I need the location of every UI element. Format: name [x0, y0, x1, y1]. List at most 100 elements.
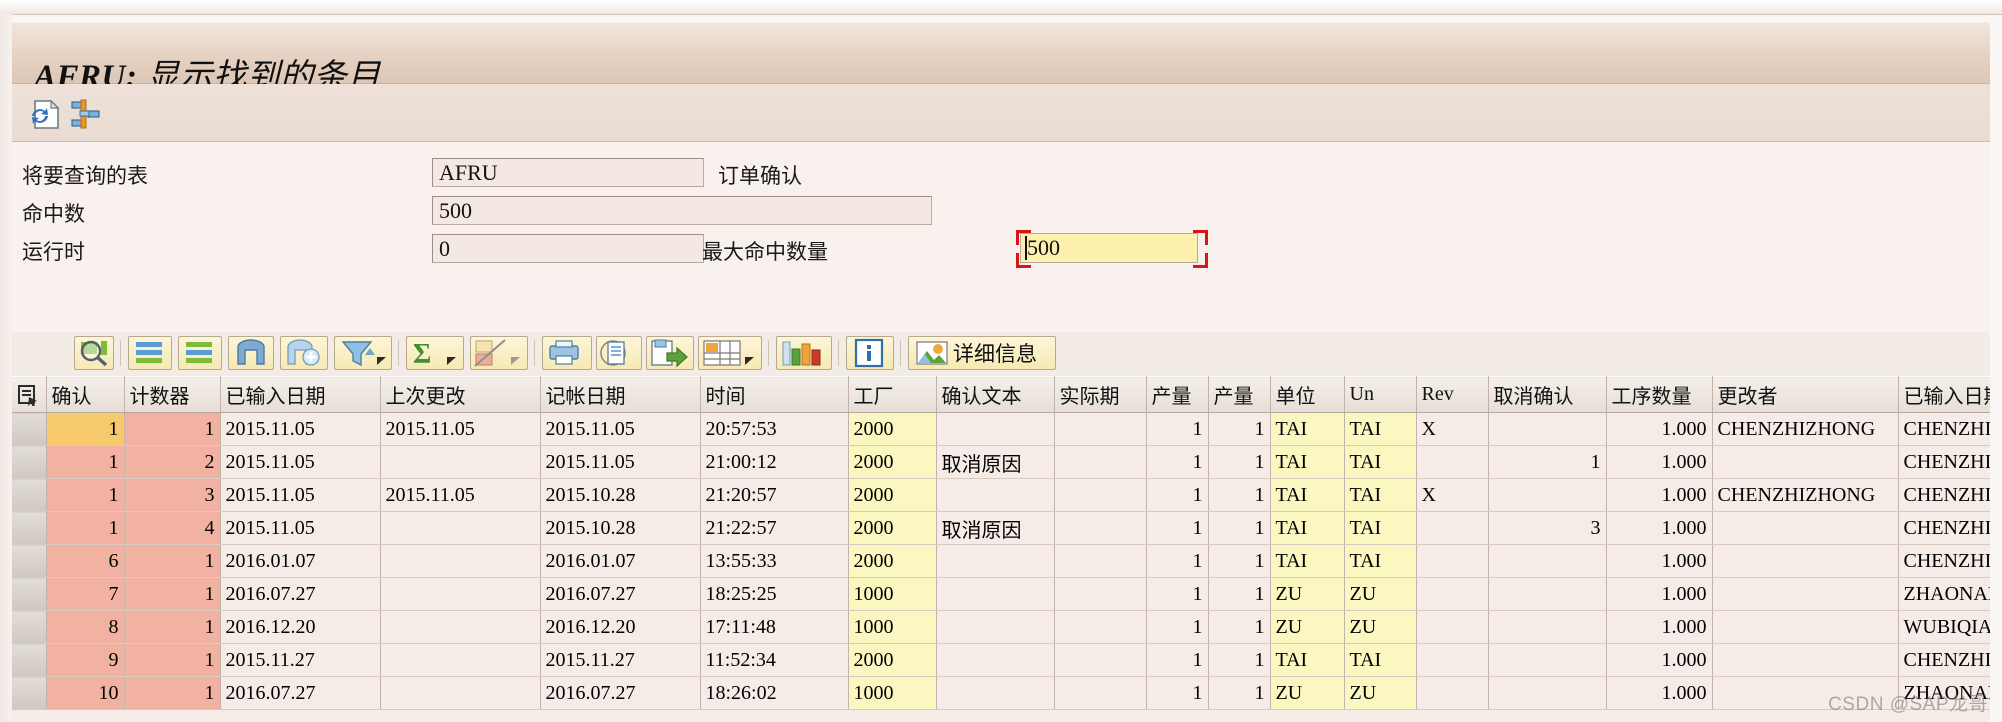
cell-lastchg[interactable] [380, 610, 541, 644]
cell-conftext[interactable]: 取消原因 [936, 445, 1055, 479]
cell-time[interactable]: 20:57:53 [700, 412, 849, 446]
subtotal-button[interactable] [470, 336, 528, 370]
cell-yieldqty[interactable]: 1 [1146, 643, 1209, 677]
cell-opqty[interactable]: 1.000 [1606, 676, 1713, 710]
find-button[interactable] [228, 336, 274, 370]
cell-enteredby[interactable]: WUBIQIAN [1898, 610, 1990, 644]
cell-cancelconf[interactable] [1488, 676, 1607, 710]
cell-opqty[interactable]: 1.000 [1606, 643, 1713, 677]
table-row[interactable]: 8 1 2016.12.20 2016.12.20 17:11:48 1000 1 1 ZU ZU… [12, 610, 1990, 644]
table-row[interactable]: 1 4 2015.11.05 2015.10.28 21:22:57 2000 取消原因 1 1… [12, 511, 1990, 545]
cell-entered[interactable]: 2015.11.27 [220, 643, 381, 677]
cell-lastchg[interactable] [380, 445, 541, 479]
detail-magnifier-button[interactable] [74, 336, 114, 370]
column-header-time[interactable]: 时间 [700, 376, 849, 413]
cell-plant[interactable]: 1000 [848, 676, 937, 710]
cell-confirm[interactable]: 7 [46, 577, 125, 611]
column-header-unit[interactable]: 单位 [1270, 376, 1345, 413]
cell-yieldqty[interactable]: 1 [1146, 610, 1209, 644]
cell-plant[interactable]: 2000 [848, 445, 937, 479]
cell-actualper[interactable] [1054, 478, 1147, 512]
cell-yieldqty2[interactable]: 1 [1208, 610, 1271, 644]
cell-counter[interactable]: 1 [124, 412, 221, 446]
cell-changer[interactable] [1712, 676, 1899, 710]
filter-button[interactable] [334, 336, 392, 370]
cell-yieldqty[interactable]: 1 [1146, 412, 1209, 446]
cell-entered[interactable]: 2016.12.20 [220, 610, 381, 644]
cell-lastchg[interactable] [380, 544, 541, 578]
cell-counter[interactable]: 1 [124, 610, 221, 644]
cell-counter[interactable]: 3 [124, 478, 221, 512]
cell-un[interactable]: TAI [1344, 445, 1417, 479]
cell-opqty[interactable]: 1.000 [1606, 511, 1713, 545]
column-header-yieldqty[interactable]: 产量 [1146, 376, 1209, 413]
row-selector[interactable] [12, 643, 47, 677]
cell-cancelconf[interactable]: 3 [1488, 511, 1607, 545]
cell-time[interactable]: 13:55:33 [700, 544, 849, 578]
row-selector[interactable] [12, 610, 47, 644]
cell-posting[interactable]: 2016.01.07 [540, 544, 701, 578]
cell-posting[interactable]: 2015.10.28 [540, 478, 701, 512]
spreadsheet-button[interactable] [698, 336, 762, 370]
cell-actualper[interactable] [1054, 676, 1147, 710]
cell-confirm[interactable]: 9 [46, 643, 125, 677]
column-header-posting[interactable]: 记帐日期 [540, 376, 701, 413]
cell-actualper[interactable] [1054, 445, 1147, 479]
table-row[interactable]: 10 1 2016.07.27 2016.07.27 18:26:02 1000 1 1 ZU Z… [12, 676, 1990, 710]
cell-un[interactable]: TAI [1344, 412, 1417, 446]
cell-posting[interactable]: 2016.12.20 [540, 610, 701, 644]
hit-count-input[interactable] [432, 196, 932, 225]
cell-time[interactable]: 17:11:48 [700, 610, 849, 644]
column-header-actualper[interactable]: 实际期 [1054, 376, 1147, 413]
cell-plant[interactable]: 2000 [848, 643, 937, 677]
cell-counter[interactable]: 2 [124, 445, 221, 479]
cell-entered[interactable]: 2016.01.07 [220, 544, 381, 578]
row-selector[interactable] [12, 445, 47, 479]
cell-lastchg[interactable]: 2015.11.05 [380, 478, 541, 512]
cell-rev[interactable] [1416, 445, 1489, 479]
table-row[interactable]: 9 1 2015.11.27 2015.11.27 11:52:34 2000 1 1 TAI T… [12, 643, 1990, 677]
cell-lastchg[interactable] [380, 643, 541, 677]
column-header-lastchg[interactable]: 上次更改 [380, 376, 541, 413]
cell-un[interactable]: TAI [1344, 643, 1417, 677]
cell-cancelconf[interactable] [1488, 610, 1607, 644]
cell-conftext[interactable] [936, 544, 1055, 578]
find-next-button[interactable] [280, 336, 328, 370]
cell-yieldqty2[interactable]: 1 [1208, 544, 1271, 578]
cell-yieldqty[interactable]: 1 [1146, 478, 1209, 512]
cell-plant[interactable]: 2000 [848, 511, 937, 545]
cell-changer[interactable] [1712, 511, 1899, 545]
column-header-opqty[interactable]: 工序数量 [1606, 376, 1713, 413]
column-header-plant[interactable]: 工厂 [848, 376, 937, 413]
cell-unit[interactable]: TAI [1270, 643, 1345, 677]
table-row[interactable]: 1 3 2015.11.05 2015.11.05 2015.10.28 21:20:57… [12, 478, 1990, 512]
table-row[interactable]: 1 1 2015.11.05 2015.11.05 2015.11.05 20:57:53… [12, 412, 1990, 446]
cell-rev[interactable] [1416, 577, 1489, 611]
cell-yieldqty2[interactable]: 1 [1208, 412, 1271, 446]
cell-changer[interactable] [1712, 445, 1899, 479]
cell-actualper[interactable] [1054, 511, 1147, 545]
cell-enteredby[interactable]: CHENZHIZHONG [1898, 643, 1990, 677]
cell-cancelconf[interactable]: 1 [1488, 445, 1607, 479]
cell-plant[interactable]: 2000 [848, 478, 937, 512]
cell-time[interactable]: 21:22:57 [700, 511, 849, 545]
cell-changer[interactable] [1712, 544, 1899, 578]
cell-rev[interactable]: X [1416, 412, 1489, 446]
cell-lastchg[interactable]: 2015.11.05 [380, 412, 541, 446]
column-header-yieldqty2[interactable]: 产量 [1208, 376, 1271, 413]
cell-unit[interactable]: TAI [1270, 412, 1345, 446]
cell-conftext[interactable]: 取消原因 [936, 511, 1055, 545]
cell-time[interactable]: 18:25:25 [700, 577, 849, 611]
print-preview-button[interactable] [542, 336, 592, 370]
cell-opqty[interactable]: 1.000 [1606, 577, 1713, 611]
cell-confirm[interactable]: 1 [46, 511, 125, 545]
total-sum-button[interactable]: Σ [406, 336, 464, 370]
table-structure-icon[interactable] [68, 98, 102, 130]
column-header-confirm[interactable]: 确认 [46, 376, 125, 413]
cell-opqty[interactable]: 1.000 [1606, 478, 1713, 512]
cell-counter[interactable]: 1 [124, 544, 221, 578]
column-header-conftext[interactable]: 确认文本 [936, 376, 1055, 413]
cell-counter[interactable]: 1 [124, 676, 221, 710]
cell-enteredby[interactable]: CHENZHIZHONG [1898, 412, 1990, 446]
cell-enteredby[interactable]: ZHAONAN [1898, 577, 1990, 611]
